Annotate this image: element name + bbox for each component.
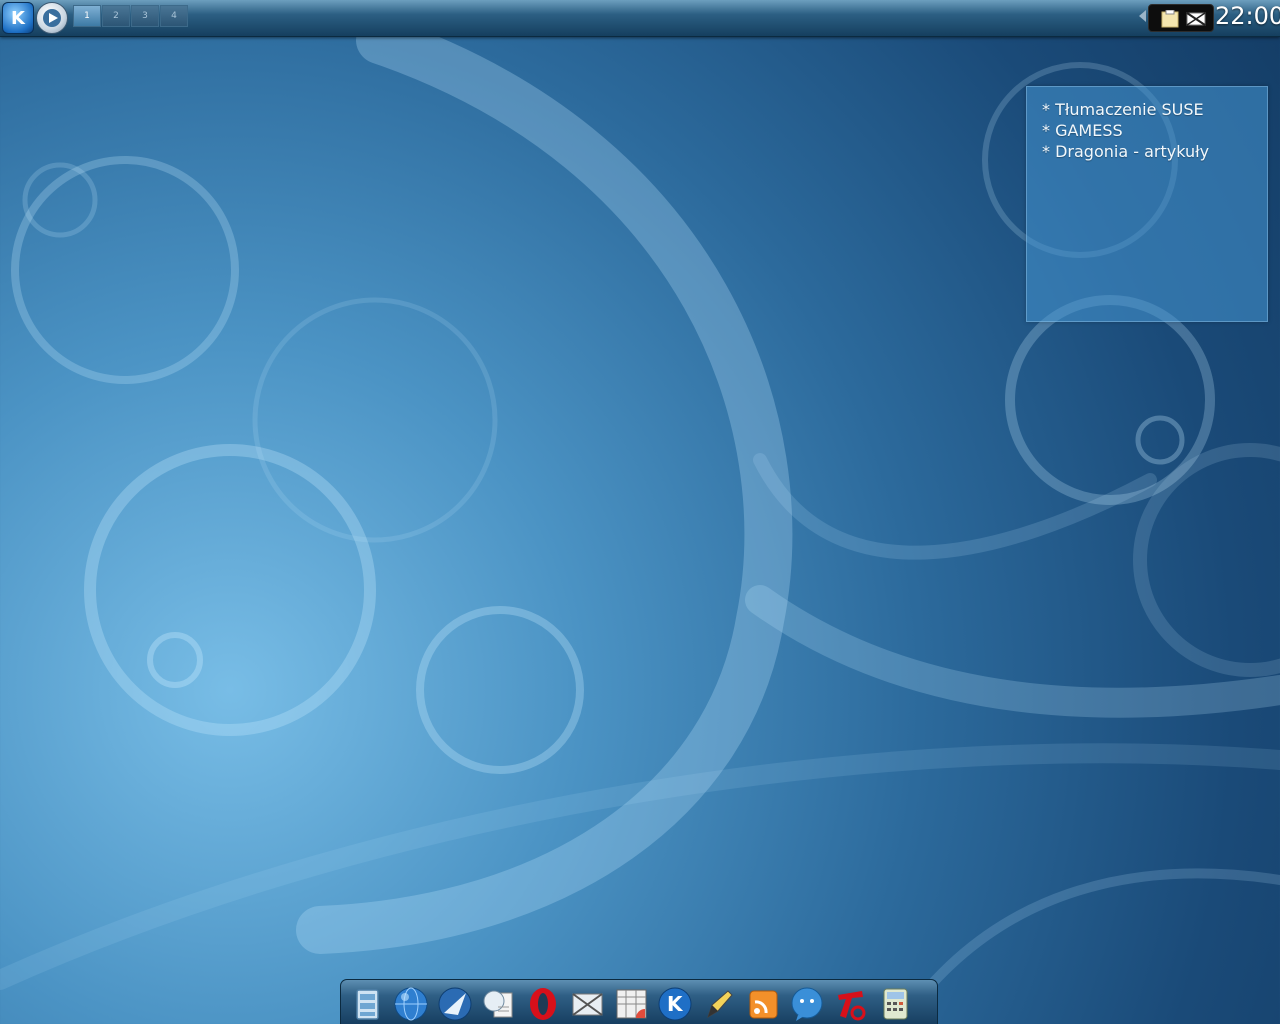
pager-desktop-3[interactable]: 3 [131, 5, 159, 27]
calculator-icon[interactable] [876, 985, 915, 1023]
pager-desktop-4[interactable]: 4 [160, 5, 188, 27]
notes-widget[interactable]: * Tłumaczenie SUSE * GAMESS * Dragonia -… [1026, 86, 1268, 322]
note-item: * GAMESS [1042, 121, 1123, 140]
clipboard-icon[interactable] [1159, 10, 1181, 28]
documents-icon[interactable] [480, 985, 519, 1023]
tools-icon[interactable] [832, 985, 871, 1023]
top-panel: K 1 2 3 4 22:00 [0, 0, 1280, 37]
kde-search-icon[interactable]: K [656, 985, 695, 1023]
web-browser-icon[interactable] [392, 985, 431, 1023]
chat-icon[interactable] [788, 985, 827, 1023]
note-item: * Tłumaczenie SUSE [1042, 100, 1204, 119]
quick-launch-dock: K [340, 979, 938, 1024]
rss-reader-icon[interactable] [744, 985, 783, 1023]
spreadsheet-icon[interactable] [612, 985, 651, 1023]
network-off-icon[interactable] [1185, 10, 1207, 28]
opera-icon[interactable] [524, 985, 563, 1023]
image-viewer-icon[interactable] [568, 985, 607, 1023]
note-item: * Dragonia - artykuły [1042, 142, 1210, 161]
systray-expand-arrow-icon[interactable] [1139, 10, 1146, 22]
notes-list: * Tłumaczenie SUSE * GAMESS * Dragonia -… [1027, 87, 1267, 162]
play-icon [43, 9, 61, 27]
clock[interactable]: 22:00 [1215, 1, 1280, 33]
file-manager-icon[interactable] [348, 985, 387, 1023]
kde-logo-icon: K [11, 7, 25, 29]
media-player-button[interactable] [36, 2, 68, 34]
pager-desktop-2[interactable]: 2 [102, 5, 130, 27]
svg-text:K: K [667, 992, 684, 1016]
desktop-pager: 1 2 3 4 [73, 5, 188, 27]
text-editor-icon[interactable] [700, 985, 739, 1023]
email-client-icon[interactable] [436, 985, 475, 1023]
pager-desktop-1[interactable]: 1 [73, 5, 101, 27]
kde-menu-button[interactable]: K [2, 2, 34, 34]
system-tray [1148, 4, 1214, 32]
